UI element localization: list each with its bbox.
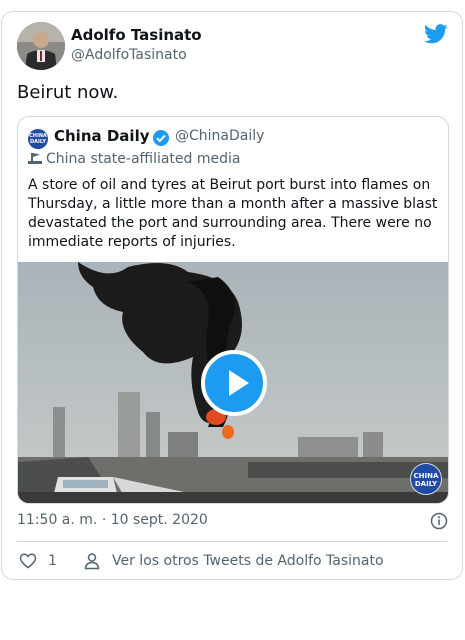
heart-icon[interactable]	[19, 552, 37, 570]
state-affiliation-text: China state-affiliated media	[46, 151, 241, 167]
tweet-text: Beirut now.	[17, 82, 119, 103]
author-name[interactable]: Adolfo Tasinato	[71, 26, 202, 44]
watermark-text: CHINA	[413, 472, 439, 480]
quoted-tweet[interactable]: CHINA DAILY China Daily @ChinaDaily Chin…	[17, 116, 449, 504]
like-count[interactable]: 1	[48, 553, 57, 569]
tweet-card[interactable]: Adolfo Tasinato @AdolfoTasinato Beirut n…	[1, 11, 463, 580]
play-button[interactable]	[201, 350, 267, 416]
info-icon[interactable]	[430, 512, 448, 530]
quote-text: A store of oil and tyres at Beirut port …	[28, 177, 438, 250]
state-affiliation-label[interactable]: China state-affiliated media	[28, 151, 240, 167]
logo-text: DAILY	[30, 139, 46, 145]
author-handle[interactable]: @AdolfoTasinato	[71, 47, 187, 63]
person-icon	[84, 553, 100, 570]
quote-author-name[interactable]: China Daily	[54, 127, 150, 145]
avatar[interactable]	[17, 22, 65, 70]
quote-author-handle[interactable]: @ChinaDaily	[175, 128, 264, 144]
china-daily-logo[interactable]: CHINA DAILY	[28, 129, 48, 149]
tweet-timestamp[interactable]: 11:50 a. m. · 10 sept. 2020	[17, 512, 208, 528]
china-daily-watermark: CHINA DAILY	[410, 463, 442, 495]
divider	[17, 541, 447, 542]
video-thumbnail[interactable]: CHINA DAILY	[18, 262, 448, 503]
twitter-bird-icon[interactable]	[424, 24, 448, 44]
play-icon	[229, 370, 249, 396]
flag-stand-icon	[28, 153, 42, 164]
verified-badge-icon	[153, 130, 169, 146]
more-tweets-link[interactable]: Ver los otros Tweets de Adolfo Tasinato	[112, 553, 384, 569]
watermark-text: DAILY	[414, 480, 438, 488]
